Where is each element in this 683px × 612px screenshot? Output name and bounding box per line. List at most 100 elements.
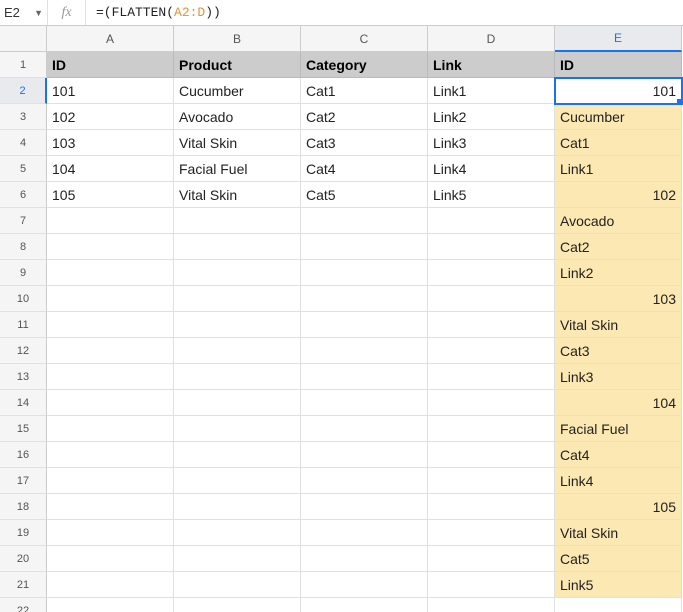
cell-A1[interactable]: ID: [47, 52, 174, 78]
cell-C3[interactable]: Cat2: [301, 104, 428, 130]
cell-E7[interactable]: Avocado: [555, 208, 682, 234]
cell-A18[interactable]: [47, 494, 174, 520]
row-header-20[interactable]: 20: [0, 546, 47, 572]
cell-D3[interactable]: Link2: [428, 104, 555, 130]
cell-D12[interactable]: [428, 338, 555, 364]
cell-D7[interactable]: [428, 208, 555, 234]
col-header-a[interactable]: A: [47, 26, 174, 52]
row-header-22[interactable]: 22: [0, 598, 47, 612]
cell-C18[interactable]: [301, 494, 428, 520]
cell-C20[interactable]: [301, 546, 428, 572]
name-box[interactable]: E2 ▼: [0, 0, 48, 25]
cell-E21[interactable]: Link5: [555, 572, 682, 598]
cell-A2[interactable]: 101: [47, 78, 174, 104]
cell-C16[interactable]: [301, 442, 428, 468]
row-header-5[interactable]: 5: [0, 156, 47, 182]
cell-D10[interactable]: [428, 286, 555, 312]
cell-B2[interactable]: Cucumber: [174, 78, 301, 104]
cell-D5[interactable]: Link4: [428, 156, 555, 182]
row-header-10[interactable]: 10: [0, 286, 47, 312]
row-header-4[interactable]: 4: [0, 130, 47, 156]
cell-D18[interactable]: [428, 494, 555, 520]
cell-E10[interactable]: 103: [555, 286, 682, 312]
cell-E19[interactable]: Vital Skin: [555, 520, 682, 546]
cell-C13[interactable]: [301, 364, 428, 390]
cell-B11[interactable]: [174, 312, 301, 338]
cell-A12[interactable]: [47, 338, 174, 364]
cell-D6[interactable]: Link5: [428, 182, 555, 208]
row-header-18[interactable]: 18: [0, 494, 47, 520]
cell-B5[interactable]: Facial Fuel: [174, 156, 301, 182]
row-header-7[interactable]: 7: [0, 208, 47, 234]
cell-C12[interactable]: [301, 338, 428, 364]
cell-B12[interactable]: [174, 338, 301, 364]
cell-A15[interactable]: [47, 416, 174, 442]
cell-E2[interactable]: 101: [555, 78, 682, 104]
cell-A11[interactable]: [47, 312, 174, 338]
cell-B9[interactable]: [174, 260, 301, 286]
cell-E12[interactable]: Cat3: [555, 338, 682, 364]
cell-C11[interactable]: [301, 312, 428, 338]
cell-B20[interactable]: [174, 546, 301, 572]
cell-E11[interactable]: Vital Skin: [555, 312, 682, 338]
cell-B10[interactable]: [174, 286, 301, 312]
cell-C4[interactable]: Cat3: [301, 130, 428, 156]
row-header-13[interactable]: 13: [0, 364, 47, 390]
cell-D16[interactable]: [428, 442, 555, 468]
cell-C2[interactable]: Cat1: [301, 78, 428, 104]
cell-C21[interactable]: [301, 572, 428, 598]
row-header-3[interactable]: 3: [0, 104, 47, 130]
cell-C6[interactable]: Cat5: [301, 182, 428, 208]
cell-D20[interactable]: [428, 546, 555, 572]
cell-D9[interactable]: [428, 260, 555, 286]
cell-A10[interactable]: [47, 286, 174, 312]
cell-A17[interactable]: [47, 468, 174, 494]
row-header-6[interactable]: 6: [0, 182, 47, 208]
cell-A19[interactable]: [47, 520, 174, 546]
cell-A9[interactable]: [47, 260, 174, 286]
row-header-12[interactable]: 12: [0, 338, 47, 364]
cell-B1[interactable]: Product: [174, 52, 301, 78]
cell-C5[interactable]: Cat4: [301, 156, 428, 182]
cell-E18[interactable]: 105: [555, 494, 682, 520]
cell-B13[interactable]: [174, 364, 301, 390]
cell-B3[interactable]: Avocado: [174, 104, 301, 130]
cell-E5[interactable]: Link1: [555, 156, 682, 182]
cell-B7[interactable]: [174, 208, 301, 234]
cell-E9[interactable]: Link2: [555, 260, 682, 286]
cell-C10[interactable]: [301, 286, 428, 312]
cell-A20[interactable]: [47, 546, 174, 572]
cell-D13[interactable]: [428, 364, 555, 390]
cell-A7[interactable]: [47, 208, 174, 234]
cell-A16[interactable]: [47, 442, 174, 468]
cell-E14[interactable]: 104: [555, 390, 682, 416]
cell-E20[interactable]: Cat5: [555, 546, 682, 572]
cell-C1[interactable]: Category: [301, 52, 428, 78]
cell-E16[interactable]: Cat4: [555, 442, 682, 468]
cell-D4[interactable]: Link3: [428, 130, 555, 156]
cell-B21[interactable]: [174, 572, 301, 598]
cell-C7[interactable]: [301, 208, 428, 234]
cell-B17[interactable]: [174, 468, 301, 494]
cell-D8[interactable]: [428, 234, 555, 260]
cell-E1[interactable]: ID: [555, 52, 682, 78]
cell-E17[interactable]: Link4: [555, 468, 682, 494]
cell-A3[interactable]: 102: [47, 104, 174, 130]
cell-E15[interactable]: Facial Fuel: [555, 416, 682, 442]
cell-A4[interactable]: 103: [47, 130, 174, 156]
row-header-17[interactable]: 17: [0, 468, 47, 494]
cell-C14[interactable]: [301, 390, 428, 416]
cell-D14[interactable]: [428, 390, 555, 416]
cell-A5[interactable]: 104: [47, 156, 174, 182]
cell-D19[interactable]: [428, 520, 555, 546]
col-header-c[interactable]: C: [301, 26, 428, 52]
cell-C19[interactable]: [301, 520, 428, 546]
cell-A22[interactable]: [47, 598, 174, 612]
cell-D1[interactable]: Link: [428, 52, 555, 78]
row-header-2[interactable]: 2: [0, 78, 47, 104]
cell-B16[interactable]: [174, 442, 301, 468]
cell-A21[interactable]: [47, 572, 174, 598]
row-header-19[interactable]: 19: [0, 520, 47, 546]
select-all-corner[interactable]: [0, 26, 47, 52]
cell-C17[interactable]: [301, 468, 428, 494]
